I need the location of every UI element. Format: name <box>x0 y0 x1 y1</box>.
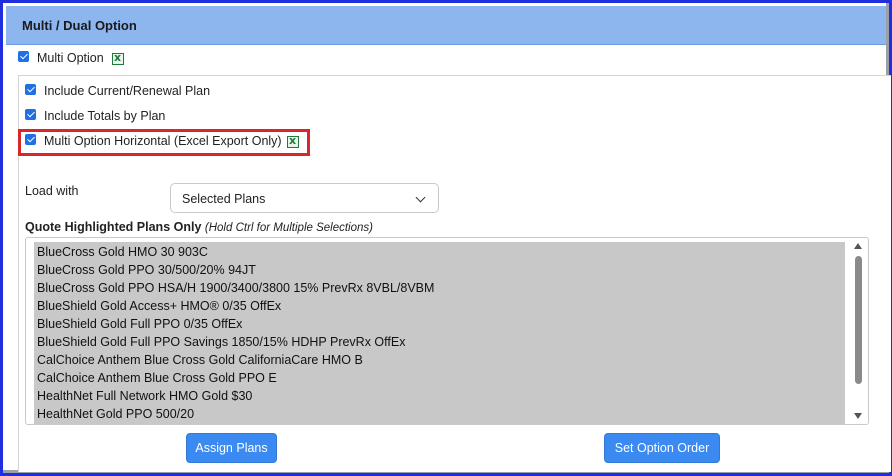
list-item[interactable]: BlueShield Gold Access+ HMO® 0/35 OffEx <box>37 297 281 315</box>
list-item[interactable]: HealthNet Full Network HMO Gold $30 <box>37 387 252 405</box>
assign-plans-button[interactable]: Assign Plans <box>186 433 277 463</box>
list-item[interactable]: HealthNet Gold PPO 500/20 <box>37 405 194 423</box>
plans-hint-text: (Hold Ctrl for Multiple Selections) <box>204 222 373 234</box>
list-item[interactable]: CalChoice Anthem Blue Cross Gold PPO E <box>37 369 277 387</box>
list-item[interactable]: BlueShield Gold Full PPO Savings 1850/15… <box>37 333 405 351</box>
list-item[interactable]: BlueShield Gold Full PPO 0/35 OffEx <box>37 315 242 333</box>
plans-section-title: Quote Highlighted Plans Only (Hold Ctrl … <box>25 220 373 234</box>
include-current-renewal-label: Include Current/Renewal Plan <box>44 84 211 98</box>
scroll-down-icon[interactable] <box>854 413 862 419</box>
dialog-frame: Multi / Dual Option Multi Option Include… <box>0 0 892 476</box>
load-with-value: Selected Plans <box>182 192 266 206</box>
plans-listbox[interactable]: BlueCross Gold HMO 30 903C BlueCross Gol… <box>25 237 869 425</box>
list-item[interactable]: BlueCross Gold PPO 30/500/20% 94JT <box>37 261 256 279</box>
list-item[interactable]: BlueCross Gold HMO 30 903C <box>37 243 208 261</box>
selection-highlight: BlueCross Gold HMO 30 903C BlueCross Gol… <box>34 242 845 424</box>
set-option-order-button[interactable]: Set Option Order <box>604 433 720 463</box>
list-item[interactable]: BlueCross Gold PPO HSA/H 1900/3400/3800 … <box>37 279 434 297</box>
section-header: Multi / Dual Option <box>6 6 886 45</box>
multi-option-horizontal-checkbox[interactable] <box>25 134 36 145</box>
excel-icon <box>287 134 299 148</box>
scroll-up-icon[interactable] <box>854 243 862 249</box>
include-totals-checkbox[interactable] <box>25 109 36 120</box>
multi-option-label: Multi Option <box>37 51 104 65</box>
multi-option-checkbox[interactable] <box>18 51 29 62</box>
chevron-down-icon <box>415 192 426 203</box>
multi-option-horizontal-label: Multi Option Horizontal (Excel Export On… <box>44 134 282 148</box>
include-current-renewal-checkbox[interactable] <box>25 84 36 95</box>
excel-icon <box>112 51 124 65</box>
scroll-thumb[interactable] <box>855 256 862 384</box>
include-totals-label: Include Totals by Plan <box>44 109 166 123</box>
list-item[interactable]: CalChoice Anthem Blue Cross Gold Califor… <box>37 351 363 369</box>
load-with-select[interactable]: Selected Plans <box>170 183 439 213</box>
plans-title-text: Quote Highlighted Plans Only <box>25 220 202 234</box>
list-scrollbar[interactable] <box>849 238 868 424</box>
load-with-label: Load with <box>25 184 79 198</box>
section-title: Multi / Dual Option <box>22 18 137 33</box>
